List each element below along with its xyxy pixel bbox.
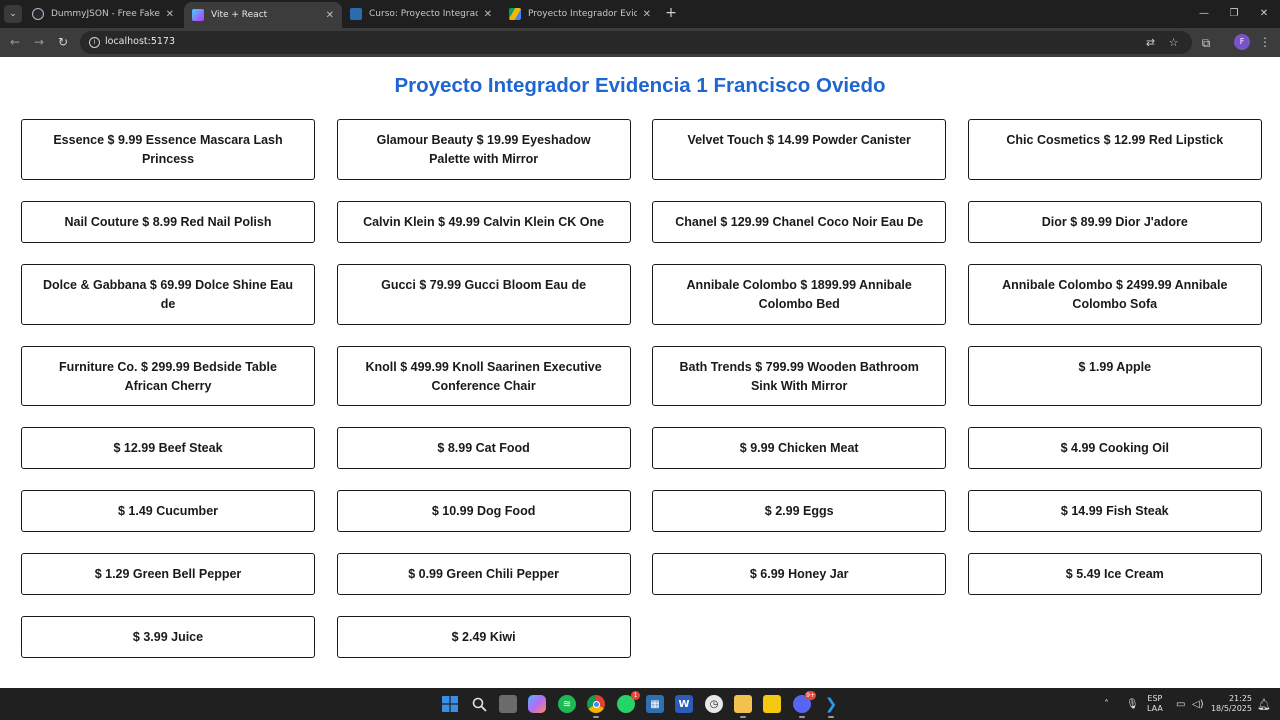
network-icon[interactable]: ▭ — [1176, 688, 1185, 720]
tab-dummyjson[interactable]: DummyJSON - Free Fake REST API ✕ — [24, 2, 182, 26]
tab-evidencias[interactable]: Proyecto Integrador Evidencias ✕ — [501, 2, 659, 26]
product-card: Calvin Klein $ 49.99 Calvin Klein CK One — [336, 201, 631, 243]
notification-bell-icon[interactable]: 🔔︎ — [1257, 688, 1271, 720]
windows-start-icon[interactable] — [441, 695, 459, 713]
product-card: Furniture Co. $ 299.99 Bedside Table Afr… — [21, 346, 315, 406]
task-view-icon[interactable] — [499, 695, 517, 713]
clock-app-icon[interactable]: ◷ — [705, 695, 723, 713]
product-card: $ 12.99 Beef Steak — [21, 427, 315, 469]
volume-icon[interactable]: ◁) — [1192, 688, 1204, 720]
chrome-icon[interactable] — [587, 695, 605, 718]
product-card: Glamour Beauty $ 19.99 Eyeshadow Palette… — [336, 119, 631, 180]
tab-title: DummyJSON - Free Fake REST API — [51, 9, 160, 19]
product-card: $ 6.99 Honey Jar — [652, 553, 947, 595]
product-card: $ 0.99 Green Chili Pepper — [336, 553, 631, 595]
github-icon — [32, 8, 44, 20]
windows-taskbar: ≋ 1 ▦ W ◷ 9+ ❯ ˄ 🎙 ESP LAA ▭ ◁) 21:25 18… — [0, 688, 1280, 720]
whatsapp-badge: 1 — [631, 691, 640, 700]
product-card: $ 1.99 Apple — [967, 346, 1262, 406]
product-card: $ 9.99 Chicken Meat — [652, 427, 947, 469]
product-card: Dior $ 89.99 Dior J'adore — [967, 201, 1262, 243]
product-card: $ 1.29 Green Bell Pepper — [21, 553, 315, 595]
search-icon[interactable] — [470, 695, 488, 713]
product-card: $ 8.99 Cat Food — [336, 427, 631, 469]
product-card: Knoll $ 499.99 Knoll Saarinen Executive … — [336, 346, 631, 406]
page-viewport: Proyecto Integrador Evidencia 1 Francisc… — [0, 57, 1280, 688]
tab-vite-react[interactable]: Vite + React ✕ — [184, 2, 342, 28]
address-bar[interactable]: i localhost:5173 ⇄ ☆ — [80, 31, 1192, 54]
product-card: Chanel $ 129.99 Chanel Coco Noir Eau De — [652, 201, 947, 243]
extensions-icon[interactable]: ⧉ — [1198, 35, 1214, 51]
google-drive-icon — [509, 8, 521, 20]
url-text: localhost:5173 — [105, 36, 176, 47]
product-card: $ 5.49 Ice Cream — [967, 553, 1262, 595]
product-card: Dolce & Gabbana $ 69.99 Dolce Shine Eau … — [21, 264, 315, 325]
clock-date: 18/5/2025 — [1210, 704, 1252, 713]
close-icon[interactable]: ✕ — [484, 9, 492, 20]
microphone-icon[interactable]: 🎙 — [1126, 688, 1139, 720]
calculator-icon[interactable]: ▦ — [646, 695, 664, 713]
discord-icon[interactable]: 9+ — [793, 691, 816, 718]
new-tab-icon[interactable]: + — [663, 5, 679, 21]
tab-title: Curso: Proyecto Integrador - TSU — [369, 9, 478, 19]
product-card: $ 3.99 Juice — [21, 616, 315, 658]
product-card: $ 2.99 Eggs — [652, 490, 947, 532]
tab-title: Vite + React — [211, 10, 268, 20]
product-card: Nail Couture $ 8.99 Red Nail Polish — [21, 201, 315, 243]
browser-toolbar: ← → ↻ i localhost:5173 ⇄ ☆ — [0, 28, 1280, 57]
product-card: $ 4.99 Cooking Oil — [967, 427, 1262, 469]
product-card: $ 14.99 Fish Steak — [967, 490, 1262, 532]
language-code: ESP — [1147, 694, 1163, 703]
close-icon[interactable]: ✕ — [326, 10, 334, 21]
vscode-icon[interactable]: ❯ — [822, 695, 840, 718]
minimize-icon[interactable]: — — [1196, 6, 1212, 22]
close-icon[interactable]: ✕ — [643, 9, 651, 20]
discord-badge: 9+ — [805, 691, 816, 700]
spotify-icon[interactable]: ≋ — [558, 695, 576, 713]
bookmark-star-icon[interactable]: ☆ — [1166, 35, 1181, 50]
page-title: Proyecto Integrador Evidencia 1 Francisc… — [394, 74, 886, 97]
close-icon[interactable]: ✕ — [166, 9, 174, 20]
product-card: $ 10.99 Dog Food — [336, 490, 631, 532]
product-grid: Essence $ 9.99 Essence Mascara Lash Prin… — [21, 119, 1262, 679]
tab-curso[interactable]: Curso: Proyecto Integrador - TSU ✕ — [342, 2, 500, 26]
site-info-icon[interactable]: i — [89, 37, 100, 48]
reload-icon[interactable]: ↻ — [55, 34, 71, 50]
product-card: Chic Cosmetics $ 12.99 Red Lipstick — [967, 119, 1262, 180]
product-card: Essence $ 9.99 Essence Mascara Lash Prin… — [21, 119, 315, 180]
show-hidden-icons-chevron-icon[interactable]: ˄ — [1104, 688, 1109, 720]
product-card: $ 2.49 Kiwi — [336, 616, 631, 658]
copilot-icon[interactable] — [528, 695, 546, 713]
restore-icon[interactable]: ❐ — [1226, 6, 1242, 22]
product-card: Gucci $ 79.99 Gucci Bloom Eau de — [336, 264, 631, 325]
tab-title: Proyecto Integrador Evidencias — [528, 9, 637, 19]
product-card: $ 1.49 Cucumber — [21, 490, 315, 532]
product-card: Annibale Colombo $ 1899.99 Annibale Colo… — [652, 264, 947, 325]
power-bi-icon[interactable] — [763, 695, 781, 713]
forward-icon[interactable]: → — [31, 34, 47, 50]
clock[interactable]: 21:25 18/5/2025 — [1210, 688, 1252, 720]
translate-icon[interactable]: ⇄ — [1143, 35, 1158, 50]
clock-time: 21:25 — [1228, 694, 1252, 703]
profile-avatar[interactable]: F — [1234, 34, 1250, 50]
language-indicator[interactable]: ESP LAA — [1147, 688, 1163, 720]
back-icon[interactable]: ← — [7, 34, 23, 50]
file-explorer-icon[interactable] — [734, 695, 752, 718]
browser-tab-bar: ⌄ DummyJSON - Free Fake REST API ✕ Vite … — [0, 0, 1280, 28]
window-close-icon[interactable]: ✕ — [1256, 6, 1272, 22]
course-icon — [350, 8, 362, 20]
product-card: Bath Trends $ 799.99 Wooden Bathroom Sin… — [652, 346, 947, 406]
whatsapp-icon[interactable]: 1 — [617, 691, 640, 713]
word-icon[interactable]: W — [675, 695, 693, 713]
tab-search-chevron-icon[interactable]: ⌄ — [4, 5, 22, 23]
more-menu-icon[interactable]: ⋮ — [1258, 34, 1272, 50]
keyboard-layout: LAA — [1147, 704, 1163, 713]
vite-icon — [192, 9, 204, 21]
product-card: Velvet Touch $ 14.99 Powder Canister — [652, 119, 947, 180]
product-card: Annibale Colombo $ 2499.99 Annibale Colo… — [967, 264, 1262, 325]
